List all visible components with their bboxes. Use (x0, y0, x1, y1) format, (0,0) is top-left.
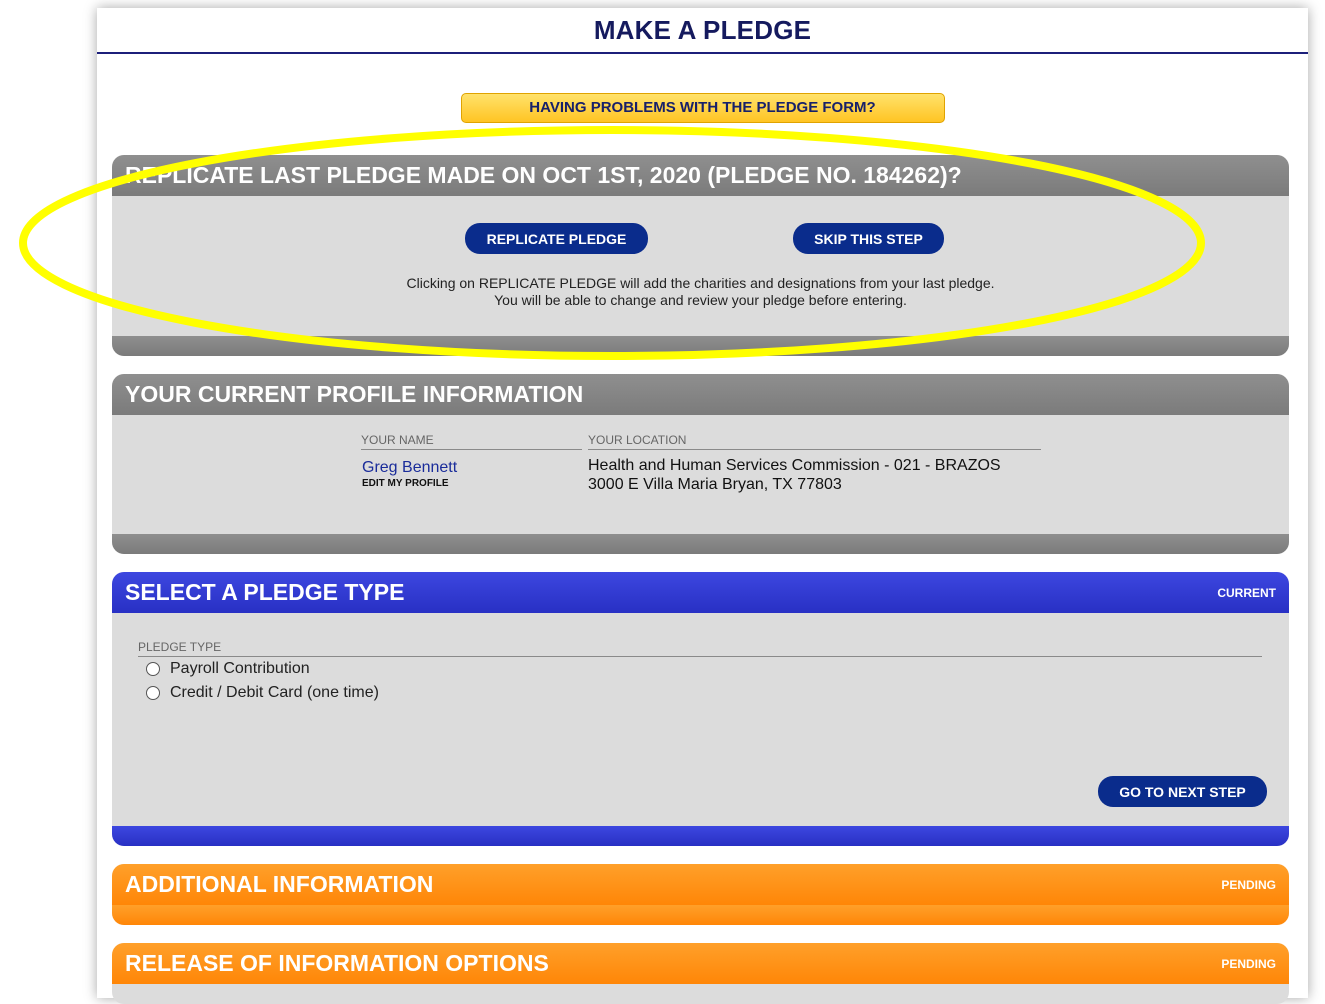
help-button-wrap: HAVING PROBLEMS WITH THE PLEDGE FORM? (97, 93, 1308, 123)
credit-card-radio[interactable] (146, 686, 160, 700)
credit-card-option-label: Credit / Debit Card (one time) (170, 684, 379, 701)
additional-info-panel-title: ADDITIONAL INFORMATION (125, 871, 434, 897)
pledge-type-label: PLEDGE TYPE (138, 640, 1262, 657)
option-credit-card[interactable]: Credit / Debit Card (one time) (146, 684, 379, 702)
additional-info-panel-header: ADDITIONAL INFORMATION PENDING (112, 864, 1289, 905)
name-label: YOUR NAME (361, 433, 582, 450)
release-info-panel: RELEASE OF INFORMATION OPTIONS PENDING (112, 943, 1289, 1004)
replicate-panel-title: REPLICATE LAST PLEDGE MADE ON OCT 1ST, 2… (125, 162, 962, 188)
profile-panel-header: YOUR CURRENT PROFILE INFORMATION (112, 374, 1289, 415)
go-to-next-step-button[interactable]: GO TO NEXT STEP (1098, 776, 1267, 807)
location-line-2: 3000 E Villa Maria Bryan, TX 77803 (588, 476, 842, 493)
location-label: YOUR LOCATION (588, 433, 1041, 450)
pledge-type-status: CURRENT (1217, 585, 1276, 600)
replicate-panel-header: REPLICATE LAST PLEDGE MADE ON OCT 1ST, 2… (112, 155, 1289, 196)
pledge-type-panel-title: SELECT A PLEDGE TYPE (125, 579, 405, 605)
profile-name-link[interactable]: Greg Bennett (362, 459, 457, 477)
location-line-1: Health and Human Services Commission - 0… (588, 457, 1001, 474)
pledge-type-panel: SELECT A PLEDGE TYPE CURRENT PLEDGE TYPE… (112, 572, 1289, 846)
pledge-type-panel-header: SELECT A PLEDGE TYPE CURRENT (112, 572, 1289, 613)
page-header: MAKE A PLEDGE (97, 8, 1308, 54)
page-title: MAKE A PLEDGE (593, 14, 812, 45)
pledge-form-help-button[interactable]: HAVING PROBLEMS WITH THE PLEDGE FORM? (460, 93, 945, 123)
release-info-status: PENDING (1221, 956, 1276, 971)
payroll-radio[interactable] (146, 662, 160, 676)
additional-info-status: PENDING (1221, 877, 1276, 892)
replicate-pledge-panel: REPLICATE LAST PLEDGE MADE ON OCT 1ST, 2… (112, 155, 1289, 356)
additional-info-panel: ADDITIONAL INFORMATION PENDING (112, 864, 1289, 925)
profile-panel: YOUR CURRENT PROFILE INFORMATION YOUR NA… (112, 374, 1289, 554)
payroll-option-label: Payroll Contribution (170, 660, 310, 677)
option-payroll-contribution[interactable]: Payroll Contribution (146, 660, 310, 678)
skip-step-button[interactable]: SKIP THIS STEP (793, 223, 944, 254)
release-info-panel-title: RELEASE OF INFORMATION OPTIONS (125, 950, 549, 976)
edit-profile-link[interactable]: EDIT MY PROFILE (362, 478, 449, 489)
replicate-note-line-1: Clicking on REPLICATE PLEDGE will add th… (406, 275, 995, 291)
replicate-panel-footer (112, 336, 1289, 356)
pledge-type-panel-footer (112, 826, 1289, 846)
profile-panel-footer (112, 534, 1289, 554)
pledge-page: MAKE A PLEDGE HAVING PROBLEMS WITH THE P… (97, 8, 1308, 1004)
profile-panel-title: YOUR CURRENT PROFILE INFORMATION (125, 381, 584, 407)
replicate-pledge-button[interactable]: REPLICATE PLEDGE (465, 223, 648, 254)
replicate-note-line-2: You will be able to change and review yo… (494, 292, 907, 308)
additional-info-panel-footer (112, 905, 1289, 925)
